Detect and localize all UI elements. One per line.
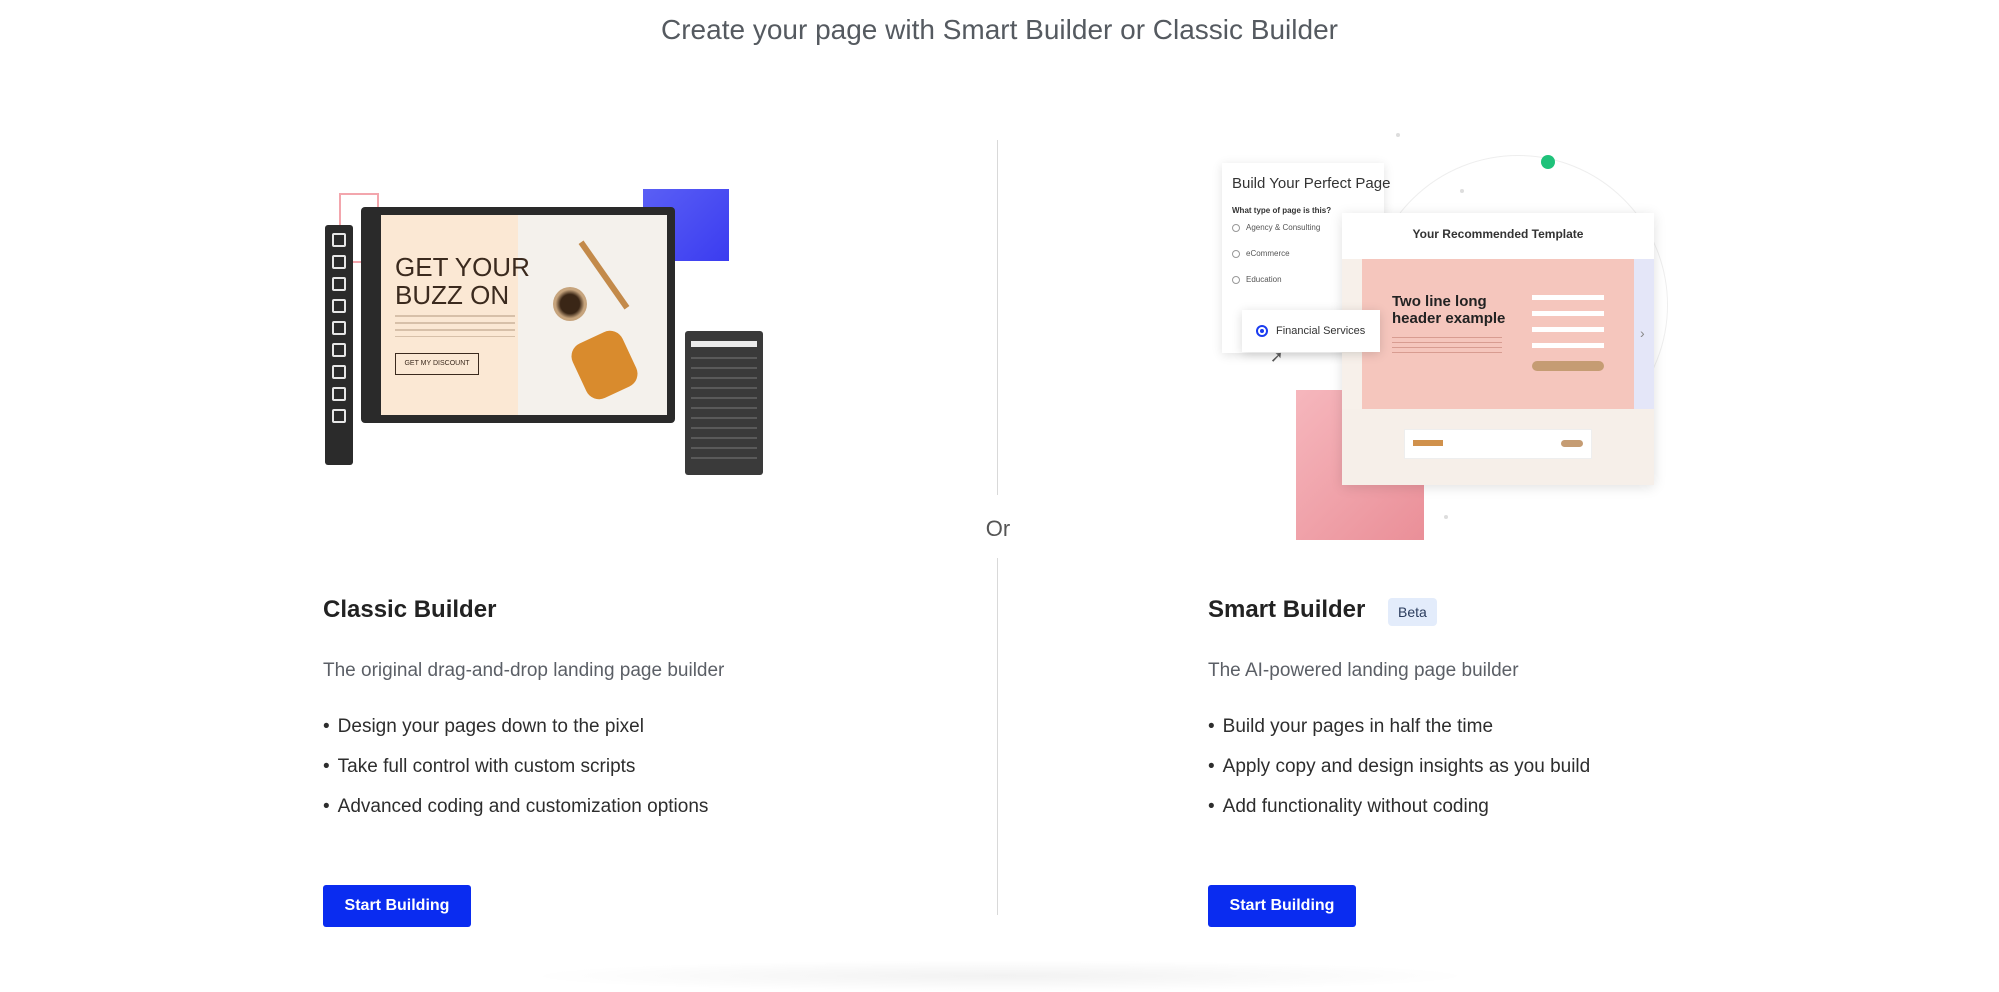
- radio-icon: [1232, 249, 1240, 258]
- status-dot-icon: [1541, 155, 1555, 169]
- text-tool-icon: [332, 277, 346, 291]
- smart-start-building-button[interactable]: Start Building: [1208, 885, 1356, 927]
- divider-top: [997, 140, 998, 495]
- list-item: Build your pages in half the time: [1208, 712, 1590, 752]
- recommended-template-card: Your Recommended Template Two line long …: [1342, 213, 1654, 485]
- template-hero-text: [1392, 337, 1502, 355]
- video-tool-icon: [332, 321, 346, 335]
- list-item: Add functionality without coding: [1208, 792, 1590, 832]
- classic-start-building-button[interactable]: Start Building: [323, 885, 471, 927]
- classic-builder-heading: Classic Builder: [323, 596, 497, 623]
- decorative-dot: [1460, 189, 1464, 193]
- decorative-dot: [1396, 133, 1400, 137]
- list-item: Apply copy and design insights as you bu…: [1208, 752, 1591, 792]
- list-item: Take full control with custom scripts: [323, 752, 708, 792]
- divider-bottom: [997, 558, 998, 915]
- chevron-right-icon: ›: [1640, 325, 1645, 341]
- honey-photo: [518, 215, 667, 415]
- beta-badge: Beta: [1388, 598, 1437, 626]
- smart-feature-list: Build your pages in half the time Apply …: [1208, 712, 1591, 832]
- template-title: Your Recommended Template: [1412, 227, 1584, 241]
- selected-option-card: Financial Services: [1242, 310, 1380, 352]
- decorative-dot: [1444, 515, 1448, 519]
- template-form: [1532, 289, 1604, 349]
- template-price-card: [1404, 429, 1592, 459]
- list-item: Design your pages down to the pixel: [323, 712, 708, 752]
- radio-selected-icon: [1256, 325, 1268, 337]
- canvas-page-preview: GET YOUR BUZZ ON GET MY DISCOUNT: [381, 215, 667, 415]
- section-tool-icon: [332, 233, 346, 247]
- smart-builder-subtitle: The AI-powered landing page builder: [1208, 660, 1519, 681]
- cursor-icon: ➚: [1270, 349, 1284, 366]
- template-footer: [1342, 409, 1654, 485]
- editor-toolbar: [325, 225, 353, 465]
- form-tool-icon: [332, 343, 346, 357]
- editor-canvas: GET YOUR BUZZ ON GET MY DISCOUNT: [361, 207, 675, 423]
- wizard-title: Build Your Perfect Page: [1232, 175, 1391, 192]
- image-tool-icon: [332, 299, 346, 313]
- list-tool-icon: [332, 365, 346, 379]
- preview-headline: GET YOUR BUZZ ON: [395, 252, 530, 310]
- classic-builder-illustration: GET YOUR BUZZ ON GET MY DISCOUNT: [323, 185, 783, 485]
- smart-builder-heading: Smart Builder: [1208, 596, 1366, 623]
- preview-body-text: [395, 315, 515, 337]
- button-tool-icon: [332, 387, 346, 401]
- list-item: Advanced coding and customization option…: [323, 792, 709, 832]
- template-form-button: [1532, 361, 1604, 371]
- smart-builder-illustration: Build Your Perfect Page What type of pag…: [1208, 125, 1688, 545]
- template-hero: Two line long header example: [1362, 259, 1634, 409]
- classic-feature-list: Design your pages down to the pixel Take…: [323, 712, 709, 832]
- radio-icon: [1232, 275, 1240, 284]
- box-tool-icon: [332, 255, 346, 269]
- page-title: Create your page with Smart Builder or C…: [661, 14, 1338, 45]
- classic-builder-subtitle: The original drag-and-drop landing page …: [323, 660, 725, 681]
- code-tool-icon: [332, 409, 346, 423]
- honeycomb-icon: [566, 326, 643, 404]
- or-label: Or: [985, 516, 1011, 541]
- bottom-shadow: [520, 960, 1480, 992]
- honey-jar-icon: [553, 287, 587, 321]
- properties-panel: [685, 331, 763, 475]
- template-hero-title: Two line long header example: [1392, 293, 1506, 327]
- preview-cta: GET MY DISCOUNT: [395, 353, 479, 375]
- radio-icon: [1232, 223, 1240, 232]
